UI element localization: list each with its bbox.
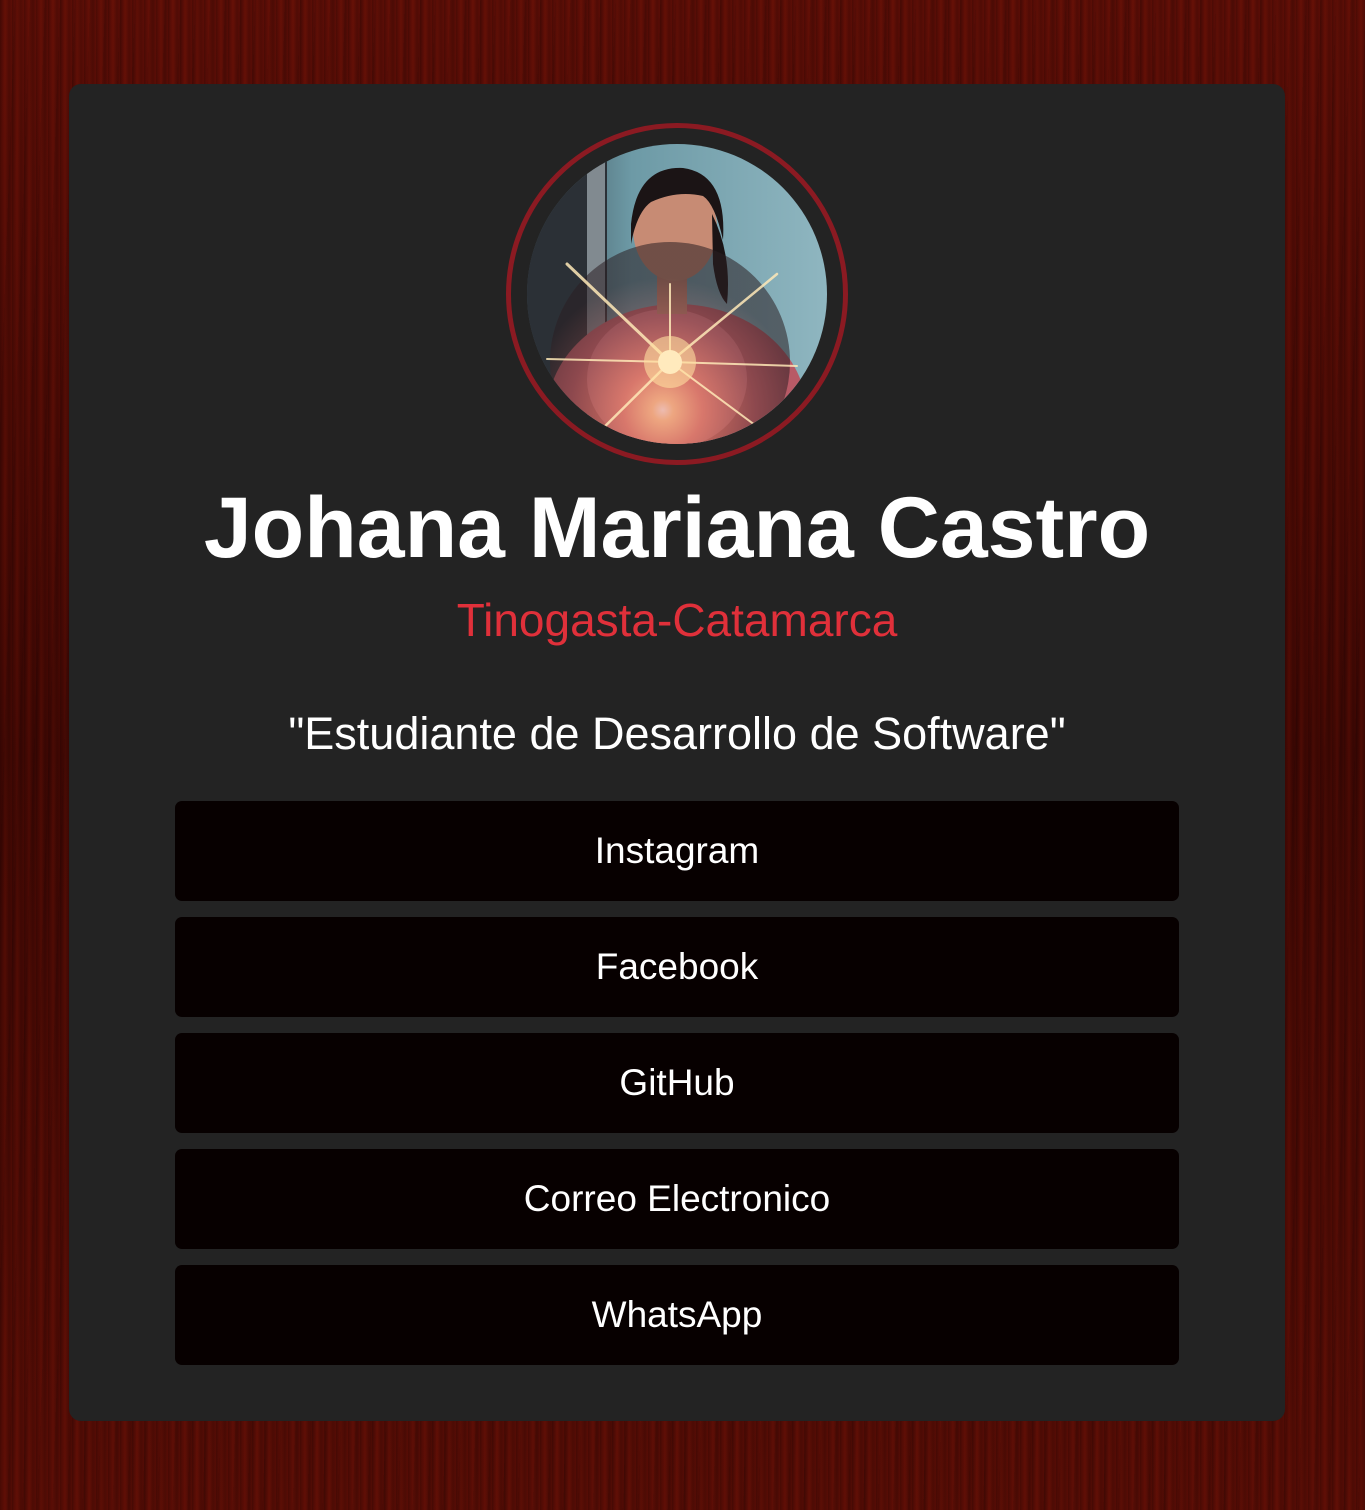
profile-card: Johana Mariana Castro Tinogasta-Catamarc… — [69, 84, 1285, 1421]
link-list: Instagram Facebook GitHub Correo Electro… — [175, 801, 1179, 1381]
facebook-link-button[interactable]: Facebook — [175, 917, 1179, 1017]
instagram-link-button[interactable]: Instagram — [175, 801, 1179, 901]
avatar — [527, 144, 827, 444]
whatsapp-link-button[interactable]: WhatsApp — [175, 1265, 1179, 1365]
profile-photo-icon — [527, 144, 827, 444]
profile-location: Tinogasta-Catamarca — [456, 594, 898, 646]
github-link-button[interactable]: GitHub — [175, 1033, 1179, 1133]
profile-tagline: "Estudiante de Desarrollo de Software" — [288, 708, 1066, 759]
profile-name: Johana Mariana Castro — [203, 480, 1151, 576]
avatar-ring — [506, 123, 848, 465]
email-link-button[interactable]: Correo Electronico — [175, 1149, 1179, 1249]
